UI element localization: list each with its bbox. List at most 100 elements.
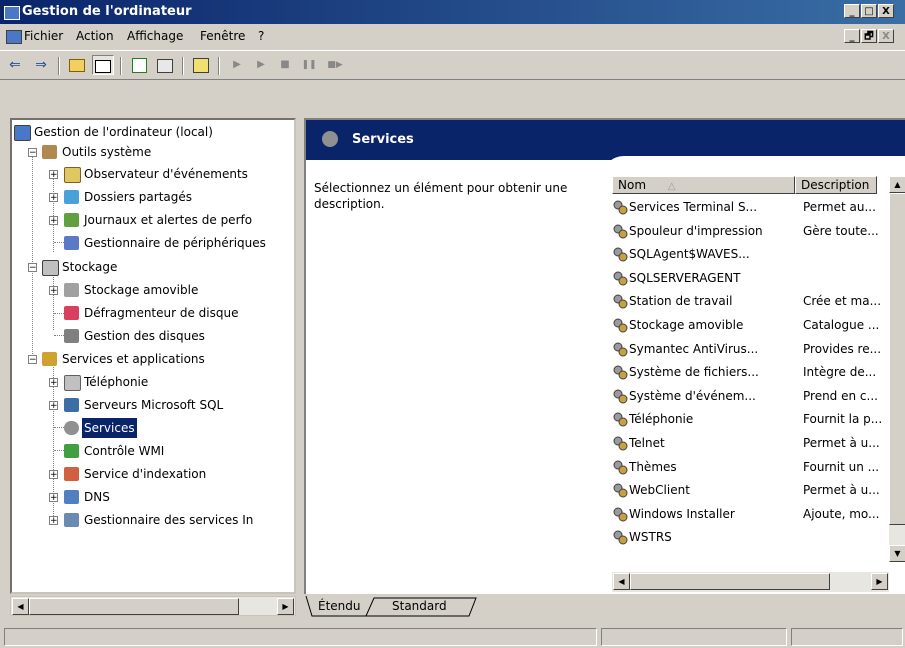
child-close-button[interactable]: X <box>878 29 894 43</box>
toolbox-icon <box>42 145 57 159</box>
expand-icon[interactable]: + <box>49 401 58 411</box>
storage-icon <box>42 260 59 276</box>
menu-affichage[interactable]: Affichage <box>127 29 183 43</box>
service-name: WSTRS <box>629 530 672 545</box>
details-pane: Services Sélectionnez un élément pour ob… <box>304 118 905 594</box>
event-viewer-icon <box>64 167 81 183</box>
help-button[interactable] <box>190 55 212 75</box>
service-name: Système d'événem... <box>629 388 756 403</box>
services-header: Services <box>306 120 905 160</box>
close-button[interactable]: X <box>878 4 894 18</box>
show-tree-button[interactable] <box>92 55 114 75</box>
tree-node-label: Serveurs Microsoft SQL <box>84 398 224 412</box>
menu-action[interactable]: Action <box>76 29 114 43</box>
tree-line <box>54 242 64 243</box>
expand-icon[interactable]: + <box>49 516 58 526</box>
scroll-up-button[interactable]: ▲ <box>889 176 905 193</box>
service-description: Gère toute... <box>803 223 879 238</box>
title-bar[interactable]: Gestion de l'ordinateur _ □ X <box>0 0 905 24</box>
scroll-thumb[interactable] <box>29 598 239 615</box>
dns-icon <box>64 490 79 504</box>
tab-standard[interactable]: Standard <box>392 596 447 616</box>
tab-etendu[interactable]: Étendu <box>318 596 361 616</box>
minimize-button[interactable]: _ <box>844 4 860 18</box>
scroll-left-button[interactable]: ◀ <box>613 573 630 590</box>
restart-service-button[interactable]: ■▶ <box>324 55 346 75</box>
indexing-icon <box>64 467 79 481</box>
tree-node-label: Journaux et alertes de perfo <box>84 213 253 227</box>
scroll-thumb[interactable] <box>630 573 830 590</box>
services-apps-icon <box>42 352 57 366</box>
disk-management-icon <box>64 329 79 343</box>
tree-line <box>54 427 64 428</box>
expand-icon[interactable]: + <box>49 470 58 480</box>
up-level-button[interactable] <box>66 55 88 75</box>
scroll-right-button[interactable]: ▶ <box>277 598 294 615</box>
column-header-nom[interactable]: Nom △ <box>612 176 795 194</box>
expand-icon[interactable]: + <box>49 378 58 388</box>
gear-icon <box>612 411 628 427</box>
service-name: SQLSERVERAGENT <box>629 270 741 285</box>
panel-title: Services <box>352 132 414 147</box>
menu-help[interactable]: ? <box>258 29 264 43</box>
tree-pane[interactable]: Gestion de l'ordinateur (local) − Outils… <box>10 118 296 594</box>
gear-icon <box>612 246 628 262</box>
collapse-icon[interactable]: − <box>28 355 37 365</box>
stop-service-button[interactable]: ■ <box>274 55 296 75</box>
gear-icon <box>612 364 628 380</box>
status-panel-main <box>4 628 597 646</box>
refresh-icon <box>131 58 147 73</box>
gear-icon <box>612 199 628 215</box>
scroll-down-button[interactable]: ▼ <box>889 545 905 562</box>
toolbar: ⇐ ⇒ ▶ ▶ ■ ❚❚ ■▶ <box>0 50 905 80</box>
expand-icon[interactable]: + <box>49 216 58 226</box>
list-horizontal-scrollbar[interactable]: ◀ ▶ <box>612 572 889 592</box>
column-header-description[interactable]: Description <box>795 176 877 194</box>
console-icon[interactable] <box>6 30 22 44</box>
computer-icon <box>14 125 31 141</box>
expand-icon[interactable]: + <box>49 193 58 203</box>
toolbar-separator <box>218 57 220 75</box>
tree-node-label: Service d'indexation <box>84 467 207 481</box>
view-tabs: Étendu Standard <box>304 596 905 618</box>
forward-button[interactable]: ⇒ <box>30 55 52 75</box>
start-service-button[interactable]: ▶ <box>226 55 248 75</box>
status-panel-2 <box>601 628 787 646</box>
pause-service-button[interactable]: ❚❚ <box>298 55 320 75</box>
start-service-button-2[interactable]: ▶ <box>250 55 272 75</box>
column-header-label: Nom <box>618 178 647 192</box>
collapse-icon[interactable]: − <box>28 263 37 273</box>
menu-fenetre[interactable]: Fenêtre <box>200 29 245 43</box>
device-manager-icon <box>64 236 79 250</box>
computer-management-icon <box>4 6 20 20</box>
service-name: Windows Installer <box>629 506 735 521</box>
service-description: Fournit la p... <box>803 412 883 427</box>
service-description: Catalogue ... <box>803 318 880 332</box>
expand-icon[interactable]: + <box>49 170 58 180</box>
expand-icon[interactable]: + <box>49 493 58 503</box>
maximize-button[interactable]: □ <box>861 4 877 18</box>
tree-horizontal-scrollbar[interactable]: ◀ ▶ <box>10 596 296 616</box>
child-restore-button[interactable]: 🗗 <box>861 29 877 43</box>
wmi-control-icon <box>64 444 79 458</box>
help-icon <box>193 58 209 73</box>
export-list-button[interactable] <box>154 55 176 75</box>
service-description: Permet à u... <box>803 483 880 498</box>
description-text: Sélectionnez un élément pour obtenir une… <box>314 181 568 211</box>
refresh-button[interactable] <box>128 55 150 75</box>
gear-icon <box>322 131 338 147</box>
export-icon <box>157 59 173 73</box>
expand-icon[interactable]: + <box>49 286 58 296</box>
folder-up-icon <box>69 59 85 72</box>
collapse-icon[interactable]: − <box>28 148 37 158</box>
menu-bar: Fichier Action Affichage Fenêtre ? _ 🗗 X <box>0 24 905 48</box>
tree-node-label: Outils système <box>62 145 152 159</box>
gear-icon <box>612 341 628 357</box>
scroll-right-button[interactable]: ▶ <box>871 573 888 590</box>
back-button[interactable]: ⇐ <box>4 55 26 75</box>
tree-line <box>53 272 54 330</box>
child-minimize-button[interactable]: _ <box>844 29 860 43</box>
tree-node-label: Gestionnaire de périphériques <box>84 236 266 250</box>
scroll-left-button[interactable]: ◀ <box>12 598 29 615</box>
menu-fichier[interactable]: Fichier <box>24 29 63 43</box>
